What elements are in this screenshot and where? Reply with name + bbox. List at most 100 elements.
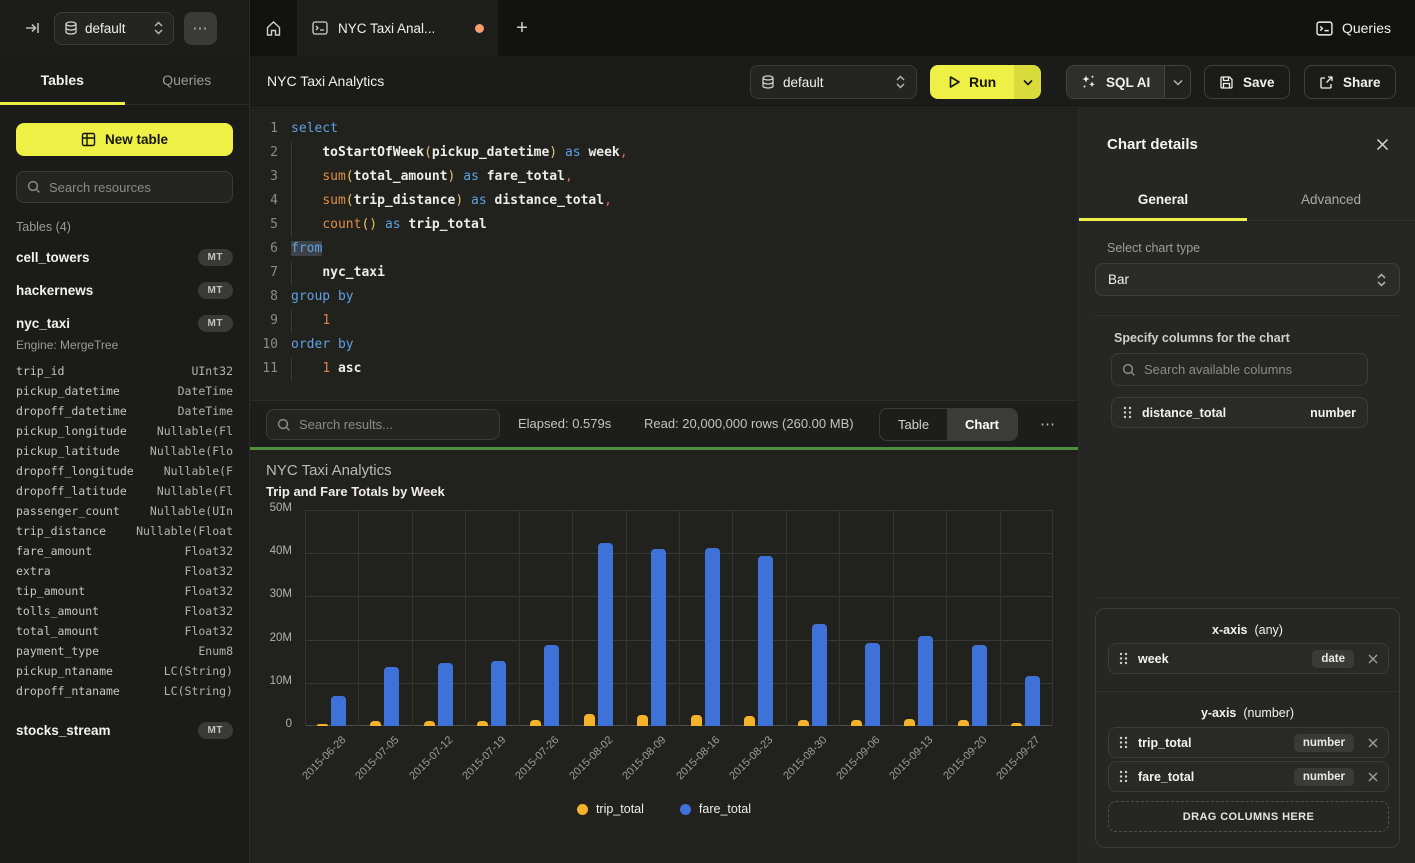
code-token <box>487 193 495 208</box>
database-selector[interactable]: default <box>54 12 174 45</box>
chart-type-select[interactable]: Bar <box>1095 263 1400 296</box>
home-button[interactable] <box>250 0 298 56</box>
sidebar-more-button[interactable]: ⋯ <box>184 12 217 45</box>
chart-details-header: Chart details <box>1079 108 1415 178</box>
remove-column-button[interactable] <box>1368 654 1378 664</box>
column-name: dropoff_longitude <box>16 464 134 484</box>
y-axis: 010M20M30M40M50M <box>250 510 298 726</box>
gridline <box>946 510 947 726</box>
tab-advanced[interactable]: Advanced <box>1247 178 1415 220</box>
x-axis-column-week[interactable]: week date <box>1108 643 1389 674</box>
code-token <box>479 169 487 184</box>
code-text: 1 asc <box>291 357 361 381</box>
legend-dot-icon <box>577 804 588 815</box>
search-results-input[interactable] <box>299 417 489 432</box>
query-tab-nyc-taxi[interactable]: NYC Taxi Anal... <box>298 0 498 56</box>
share-icon <box>1319 75 1334 90</box>
chevron-down-icon <box>1023 79 1033 86</box>
code-token: as <box>565 145 581 160</box>
view-toggle-chart[interactable]: Chart <box>947 409 1017 440</box>
code-token: as <box>385 217 401 232</box>
code-line: 4 sum(trip_distance) as distance_total, <box>250 189 1078 213</box>
code-line: 5 count() as trip_total <box>250 213 1078 237</box>
column-type: Nullable(Fl <box>157 424 233 444</box>
code-token: asc <box>338 361 361 376</box>
elapsed-stat: Elapsed: 0.579s <box>518 416 611 431</box>
tab-queries[interactable]: Queries <box>125 56 250 104</box>
code-text: group by <box>291 285 354 309</box>
y-axis-column-fare-total[interactable]: fare_total number <box>1108 761 1389 792</box>
remove-column-button[interactable] <box>1368 772 1378 782</box>
chart-type-value: Bar <box>1108 272 1376 287</box>
x-axis-hint: (any) <box>1254 623 1282 637</box>
column-name: total_amount <box>16 624 99 644</box>
run-options-button[interactable] <box>1014 65 1041 99</box>
column-row: trip_distanceNullable(Float <box>16 524 233 544</box>
column-name: distance_total <box>1142 406 1300 420</box>
column-name: pickup_latitude <box>16 444 120 464</box>
share-button[interactable]: Share <box>1304 65 1396 99</box>
sql-ai-options-button[interactable] <box>1164 66 1190 98</box>
column-type: LC(String) <box>164 684 233 704</box>
play-icon <box>948 75 961 89</box>
save-button[interactable]: Save <box>1204 65 1290 99</box>
tab-tables[interactable]: Tables <box>0 56 125 104</box>
tab-general[interactable]: General <box>1079 178 1247 220</box>
results-more-button[interactable]: ⋯ <box>1040 415 1056 433</box>
column-row: tolls_amountFloat32 <box>16 604 233 624</box>
column-row: pickup_longitudeNullable(Fl <box>16 424 233 444</box>
bar-fare_total <box>918 636 933 726</box>
collapse-sidebar-button[interactable] <box>18 14 46 42</box>
bar-trip_total <box>370 721 381 726</box>
code-line: 6from <box>250 237 1078 261</box>
new-table-button[interactable]: New table <box>16 123 233 156</box>
close-button[interactable] <box>1376 138 1389 151</box>
code-token: ( <box>346 193 354 208</box>
run-button[interactable]: Run <box>930 65 1014 99</box>
legend-item[interactable]: trip_total <box>577 802 644 816</box>
search-columns-input[interactable] <box>1144 362 1357 377</box>
save-icon <box>1219 75 1234 90</box>
column-type: Nullable(Fl <box>157 484 233 504</box>
engine-detail: Engine: MergeTree <box>16 338 118 352</box>
drop-zone[interactable]: DRAG COLUMNS HERE <box>1108 801 1389 832</box>
home-icon <box>265 20 282 37</box>
search-resources-input[interactable] <box>49 180 222 195</box>
available-column-distance-total[interactable]: distance_total number <box>1111 397 1368 428</box>
code-token <box>463 193 471 208</box>
column-search <box>1111 353 1368 386</box>
close-icon <box>1368 772 1378 782</box>
sql-editor[interactable]: 1select2 toStartOfWeek(pickup_datetime) … <box>250 109 1078 400</box>
table-row-hackernews[interactable]: hackernews MT <box>16 279 233 301</box>
column-row: fare_amountFloat32 <box>16 544 233 564</box>
code-text: sum(total_amount) as fare_total, <box>291 165 573 189</box>
chevron-down-icon <box>1173 79 1183 86</box>
bar-fare_total <box>491 661 506 726</box>
queries-label: Queries <box>1342 20 1391 36</box>
left-sidebar: Tables Queries New table Tables (4) cell… <box>0 56 250 863</box>
tables-section-header: Tables (4) <box>16 220 71 234</box>
table-row-cell-towers[interactable]: cell_towers MT <box>16 246 233 268</box>
gridline <box>412 510 413 726</box>
remove-column-button[interactable] <box>1368 738 1378 748</box>
legend-item[interactable]: fare_total <box>680 802 751 816</box>
code-text: from <box>291 237 322 261</box>
view-toggle-table[interactable]: Table <box>880 409 947 440</box>
queries-button[interactable]: Queries <box>1316 0 1391 56</box>
table-row-stocks-stream[interactable]: stocks_stream MT <box>16 719 233 741</box>
sql-ai-button[interactable]: SQL AI <box>1067 66 1164 98</box>
columns-label: Specify columns for the chart <box>1114 331 1290 345</box>
gridline <box>839 510 840 726</box>
chart-panel: NYC Taxi Analytics Trip and Fare Totals … <box>250 450 1078 863</box>
read-stat: Read: 20,000,000 rows (260.00 MB) <box>644 416 854 431</box>
y-axis-column-trip-total[interactable]: trip_total number <box>1108 727 1389 758</box>
code-token: ) <box>549 145 557 160</box>
y-axis-label: 30M <box>270 588 292 600</box>
column-name: dropoff_ntaname <box>16 684 120 704</box>
chevron-updown-icon <box>1376 273 1387 287</box>
bar-trip_total <box>317 724 328 726</box>
toolbar-database-selector[interactable]: default <box>750 65 917 99</box>
query-title: NYC Taxi Analytics <box>267 73 384 89</box>
new-tab-button[interactable]: + <box>498 0 546 56</box>
table-row-nyc-taxi[interactable]: nyc_taxi MT <box>16 312 233 334</box>
